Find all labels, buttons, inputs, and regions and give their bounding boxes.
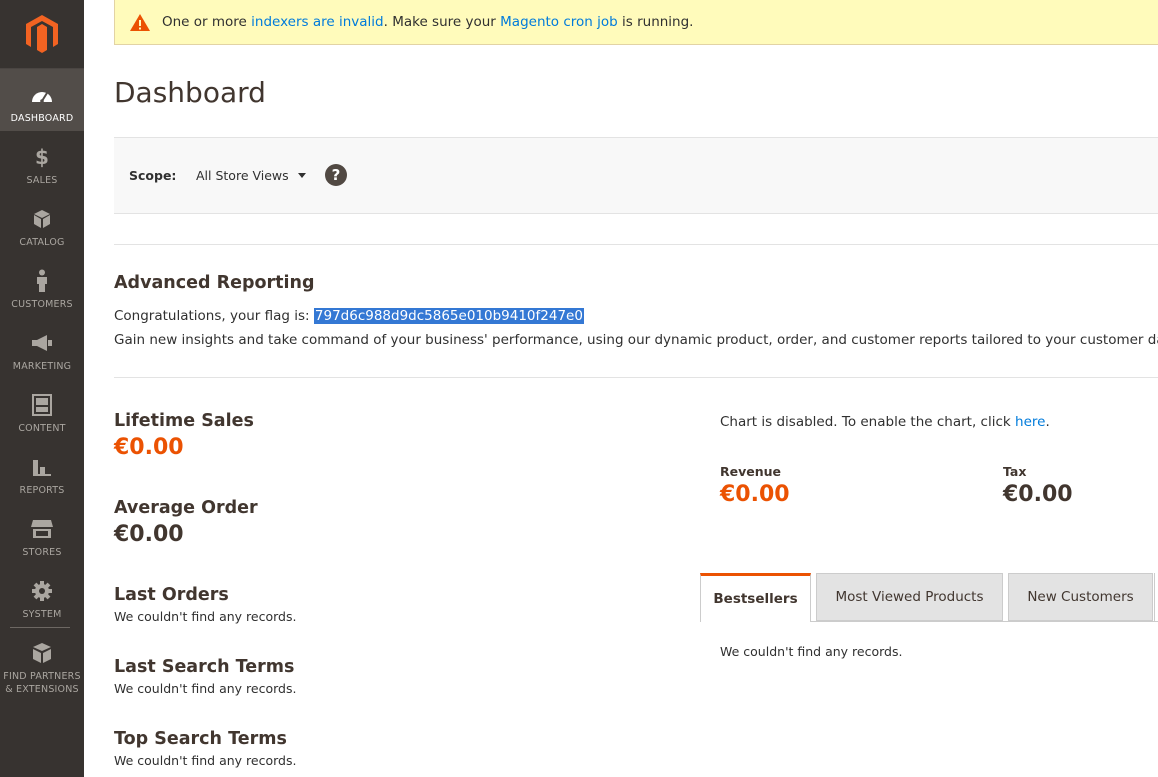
- scope-bar: Scope: All Store Views ?: [114, 137, 1158, 214]
- sidebar-item-label: REPORTS: [19, 485, 65, 496]
- magento-logo[interactable]: [0, 0, 84, 69]
- sidebar-item-stores[interactable]: STORES: [0, 503, 84, 565]
- tax-value: €0.00: [1003, 482, 1073, 507]
- sidebar-item-find-partners[interactable]: FIND PARTNERS & EXTENSIONS: [0, 627, 84, 697]
- sidebar-item-label: MARKETING: [12, 361, 72, 372]
- layout-icon: [32, 393, 52, 417]
- admin-sidebar: DASHBOARD $ SALES CATALOG CUSTOMERS MARK…: [0, 0, 84, 777]
- flag-line: Congratulations, your flag is: 797d6c988…: [114, 308, 584, 324]
- flag-value[interactable]: 797d6c988d9dc5865e010b9410f247e0: [313, 308, 584, 324]
- sidebar-item-label: SALES: [26, 175, 58, 186]
- last-search-terms-empty: We couldn't find any records.: [114, 681, 297, 696]
- warning-icon: [129, 13, 151, 32]
- dashboard-icon: [31, 83, 53, 107]
- megaphone-icon: [31, 331, 53, 355]
- chart-message-suffix: .: [1045, 414, 1050, 430]
- average-order-value: €0.00: [114, 522, 184, 547]
- revenue-value: €0.00: [720, 482, 790, 507]
- advanced-reporting-description: Gain new insights and take command of yo…: [114, 332, 1158, 348]
- sidebar-item-label: FIND PARTNERS & EXTENSIONS: [3, 671, 81, 695]
- tab-bestsellers[interactable]: Bestsellers: [700, 573, 811, 622]
- caret-down-icon: [297, 173, 306, 178]
- sidebar-item-sales[interactable]: $ SALES: [0, 131, 84, 193]
- tab-new-customers[interactable]: New Customers: [1008, 573, 1153, 621]
- enable-chart-link[interactable]: here: [1015, 414, 1045, 430]
- sidebar-item-dashboard[interactable]: DASHBOARD: [0, 69, 84, 131]
- gear-icon: [31, 579, 53, 603]
- magento-logo-icon: [26, 15, 58, 53]
- revenue-label: Revenue: [720, 464, 782, 479]
- last-search-terms-label: Last Search Terms: [114, 657, 295, 677]
- sidebar-item-system[interactable]: SYSTEM: [0, 565, 84, 627]
- lifetime-sales-label: Lifetime Sales: [114, 411, 254, 431]
- cron-job-link[interactable]: Magento cron job: [500, 14, 618, 30]
- flag-prefix: Congratulations, your flag is:: [114, 308, 314, 324]
- sidebar-item-label: CONTENT: [18, 423, 66, 434]
- last-orders-label: Last Orders: [114, 585, 229, 605]
- average-order-label: Average Order: [114, 498, 258, 518]
- sidebar-item-label: CUSTOMERS: [11, 299, 73, 310]
- sidebar-item-content[interactable]: CONTENT: [0, 379, 84, 441]
- help-icon[interactable]: ?: [325, 164, 347, 186]
- indexers-link[interactable]: indexers are invalid: [251, 14, 383, 30]
- sidebar-item-label: STORES: [22, 547, 62, 558]
- sidebar-item-label: CATALOG: [19, 237, 65, 248]
- system-notice: One or more indexers are invalid. Make s…: [114, 0, 1158, 45]
- tab-content-empty: We couldn't find any records.: [720, 644, 903, 659]
- advanced-reporting-title: Advanced Reporting: [114, 273, 315, 293]
- sidebar-item-marketing[interactable]: MARKETING: [0, 317, 84, 379]
- tax-label: Tax: [1003, 464, 1027, 479]
- chart-disabled-message: Chart is disabled. To enable the chart, …: [720, 414, 1050, 430]
- scope-selected: All Store Views: [196, 168, 289, 183]
- main-content: One or more indexers are invalid. Make s…: [84, 0, 1158, 777]
- notice-text: is running.: [617, 14, 694, 30]
- sidebar-item-label: DASHBOARD: [10, 113, 74, 124]
- scope-label: Scope:: [129, 168, 177, 183]
- scope-switcher[interactable]: All Store Views: [196, 168, 306, 183]
- divider: [114, 244, 1158, 245]
- dollar-icon: $: [35, 145, 49, 169]
- top-search-terms-empty: We couldn't find any records.: [114, 753, 297, 768]
- page-title: Dashboard: [114, 76, 266, 109]
- chart-message-text: Chart is disabled. To enable the chart, …: [720, 414, 1016, 430]
- top-search-terms-label: Top Search Terms: [114, 729, 287, 749]
- notice-text: . Make sure your: [383, 14, 501, 30]
- tab-most-viewed-products[interactable]: Most Viewed Products: [816, 573, 1003, 621]
- box-icon: [33, 207, 51, 231]
- extensions-icon: [32, 641, 52, 665]
- tab-edge: [1154, 573, 1155, 621]
- person-icon: [35, 269, 49, 293]
- sidebar-item-catalog[interactable]: CATALOG: [0, 193, 84, 255]
- sidebar-item-customers[interactable]: CUSTOMERS: [0, 255, 84, 317]
- bar-chart-icon: [32, 455, 52, 479]
- sidebar-item-label: SYSTEM: [22, 609, 62, 620]
- sidebar-item-reports[interactable]: REPORTS: [0, 441, 84, 503]
- last-orders-empty: We couldn't find any records.: [114, 609, 297, 624]
- notice-text: One or more: [162, 14, 252, 30]
- store-icon: [30, 517, 54, 541]
- divider: [114, 377, 1158, 378]
- lifetime-sales-value: €0.00: [114, 435, 184, 460]
